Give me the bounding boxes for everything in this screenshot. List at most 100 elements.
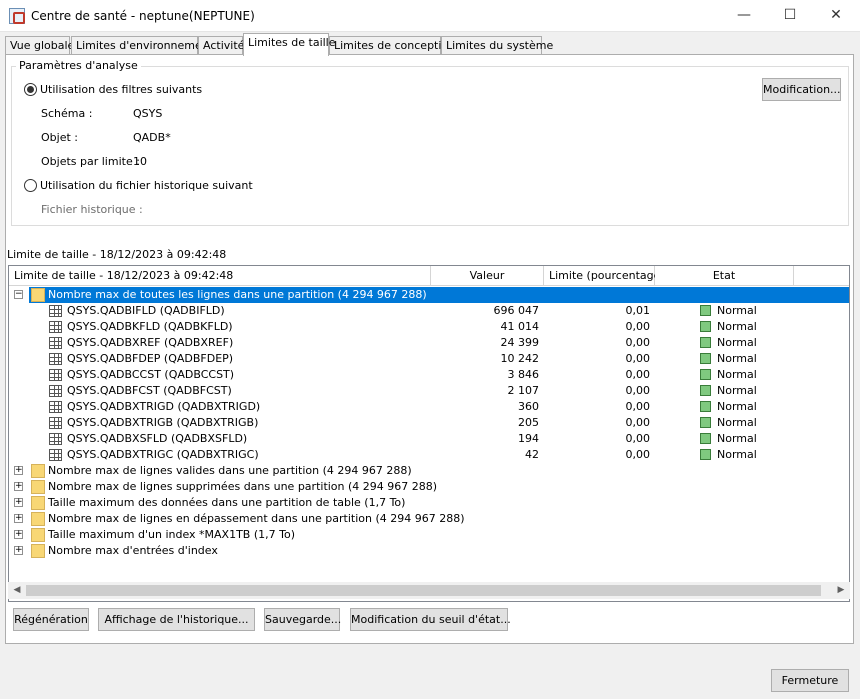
group-label: Nombre max de lignes valides dans une pa… [48,464,412,477]
analysis-params-legend: Paramètres d'analyse [16,59,141,72]
refresh-button[interactable]: Régénération [13,608,89,631]
tree-group-row[interactable]: + Nombre max de lignes valides dans une p… [9,463,849,479]
column-header-value[interactable]: Valeur [431,266,544,286]
tab-size-limits[interactable]: Limites de taille [243,33,336,56]
folder-icon [31,512,45,526]
table-row[interactable]: QSYS.QADBIFLD (QADBIFLD) 696 047 0,01 Norma… [9,303,849,319]
use-history-label: Utilisation du fichier historique suivan… [40,179,253,192]
size-limits-tree[interactable]: Limite de taille - 18/12/2023 à 09:42:48… [8,265,850,602]
table-icon [49,321,62,333]
object-name: QSYS.QADBKFLD (QADBKFLD) [67,320,233,333]
table-row[interactable]: QSYS.QADBXSFLD (QADBXSFLD) 194 0,00 Normal [9,431,849,447]
folder-icon [31,528,45,542]
status-normal-icon [700,401,711,412]
tab-overview[interactable]: Vue globale [5,36,74,55]
size-limit-section-label: Limite de taille - 18/12/2023 à 09:42:48 [7,248,227,261]
scroll-thumb[interactable] [26,585,821,596]
group-label: Taille maximum d'un index *MAX1TB (1,7 T… [48,528,295,541]
object-value: QADB* [133,131,171,144]
tree-group-row[interactable]: + Taille maximum d'un index *MAX1TB (1,7 … [9,527,849,543]
group-label: Nombre max de toutes les lignes dans une… [48,288,427,301]
use-history-radio[interactable] [24,179,37,192]
tree-group-row[interactable]: + Nombre max de lignes supprimées dans un… [9,479,849,495]
table-row[interactable]: QSYS.QADBKFLD (QADBKFLD) 41 014 0,00 Normal [9,319,849,335]
object-value: 696 047 [493,304,540,317]
save-button[interactable]: Sauvegarde... [264,608,341,631]
object-label: Objet : [41,131,78,144]
status-normal-icon [700,417,711,428]
scroll-left-icon[interactable]: ◀ [10,583,24,598]
status-normal-icon [700,385,711,396]
object-name: QSYS.QADBXTRIGC (QADBXTRIGC) [67,448,259,461]
tab-system-limits[interactable]: Limites du système [441,36,553,55]
status-normal-icon [700,321,711,332]
object-name: QSYS.QADBFCST (QADBFCST) [67,384,232,397]
object-name: QSYS.QADBXTRIGD (QADBXTRIGD) [67,400,261,413]
scroll-right-icon[interactable]: ▶ [834,583,848,598]
object-name: QSYS.QADBXREF (QADBXREF) [67,336,234,349]
column-header-limit[interactable]: Limite de taille - 18/12/2023 à 09:42:48 [9,266,431,286]
table-row[interactable]: QSYS.QADBXREF (QADBXREF) 24 399 0,00 Normal [9,335,849,351]
group-label: Nombre max d'entrées d'index [48,544,218,557]
column-header-state[interactable]: Etat [655,266,794,286]
object-percent: 0,01 [625,304,651,317]
tab-design-limits[interactable]: Limites de conception [329,36,455,55]
close-button[interactable]: Fermeture [771,669,849,692]
status-normal-icon [700,433,711,444]
tab-activity[interactable]: Activité [198,36,244,55]
expand-toggle-icon[interactable]: + [14,482,23,491]
object-value: 10 242 [500,352,540,365]
table-row[interactable]: QSYS.QADBXTRIGC (QADBXTRIGC) 42 0,00 Normal [9,447,849,463]
object-state: Normal [717,368,757,381]
table-icon [49,433,62,445]
use-filters-label: Utilisation des filtres suivants [40,83,203,96]
object-state: Normal [717,448,757,461]
object-state: Normal [717,384,757,397]
tree-group-row[interactable]: + Nombre max de lignes en dépassement dan… [9,511,849,527]
object-value: 2 107 [507,384,540,397]
modify-threshold-button[interactable]: Modification du seuil d'état... [350,608,511,631]
object-percent: 0,00 [625,432,651,445]
status-normal-icon [700,305,711,316]
maximize-button[interactable]: ☐ [767,0,813,32]
expand-toggle-icon[interactable]: + [14,530,23,539]
history-button[interactable]: Affichage de l'historique... [98,608,255,631]
use-filters-radio[interactable] [24,83,37,96]
folder-icon [31,496,45,510]
horizontal-scrollbar[interactable]: ◀ ▶ [8,582,850,599]
object-percent: 0,00 [625,448,651,461]
table-icon [49,305,62,317]
table-row[interactable]: QSYS.QADBXTRIGB (QADBXTRIGB) 205 0,00 Norma… [9,415,849,431]
object-value: 24 399 [500,336,540,349]
tree-group-row[interactable]: + Taille maximum des données dans une par… [9,495,849,511]
table-row[interactable]: QSYS.QADBXTRIGD (QADBXTRIGD) 360 0,00 Norma… [9,399,849,415]
column-header-percent[interactable]: Limite (pourcentage) [544,266,665,286]
status-normal-icon [700,337,711,348]
tree-group-row[interactable]: + Nombre max d'entrées d'index [9,543,849,559]
tree-group-row[interactable]: − Nombre max de toutes les lignes dans u… [9,287,849,303]
column-header-filler [794,266,849,286]
expand-toggle-icon[interactable]: + [14,466,23,475]
table-icon [49,337,62,349]
object-state: Normal [717,400,757,413]
modify-filters-button[interactable]: Modification... [762,78,841,101]
expand-toggle-icon[interactable]: + [14,498,23,507]
table-row[interactable]: QSYS.QADBFCST (QADBFCST) 2 107 0,00 Normal [9,383,849,399]
object-name: QSYS.QADBCCST (QADBCCST) [67,368,235,381]
expand-toggle-icon[interactable]: + [14,514,23,523]
minimize-button[interactable]: — [721,0,767,32]
table-row[interactable]: QSYS.QADBCCST (QADBCCST) 3 846 0,00 Normal [9,367,849,383]
tab-environment-limits[interactable]: Limites d'environnement [71,36,213,55]
object-percent: 0,00 [625,416,651,429]
object-name: QSYS.QADBXTRIGB (QADBXTRIGB) [67,416,259,429]
object-name: QSYS.QADBXSFLD (QADBXSFLD) [67,432,248,445]
expand-toggle-icon[interactable]: + [14,546,23,555]
app-icon [9,8,25,24]
table-row[interactable]: QSYS.QADBFDEP (QADBFDEP) 10 242 0,00 Normal [9,351,849,367]
object-state: Normal [717,304,757,317]
collapse-toggle-icon[interactable]: − [14,290,23,299]
close-window-button[interactable]: ✕ [813,0,859,32]
table-icon [49,353,62,365]
status-normal-icon [700,353,711,364]
group-label: Taille maximum des données dans une part… [48,496,406,509]
